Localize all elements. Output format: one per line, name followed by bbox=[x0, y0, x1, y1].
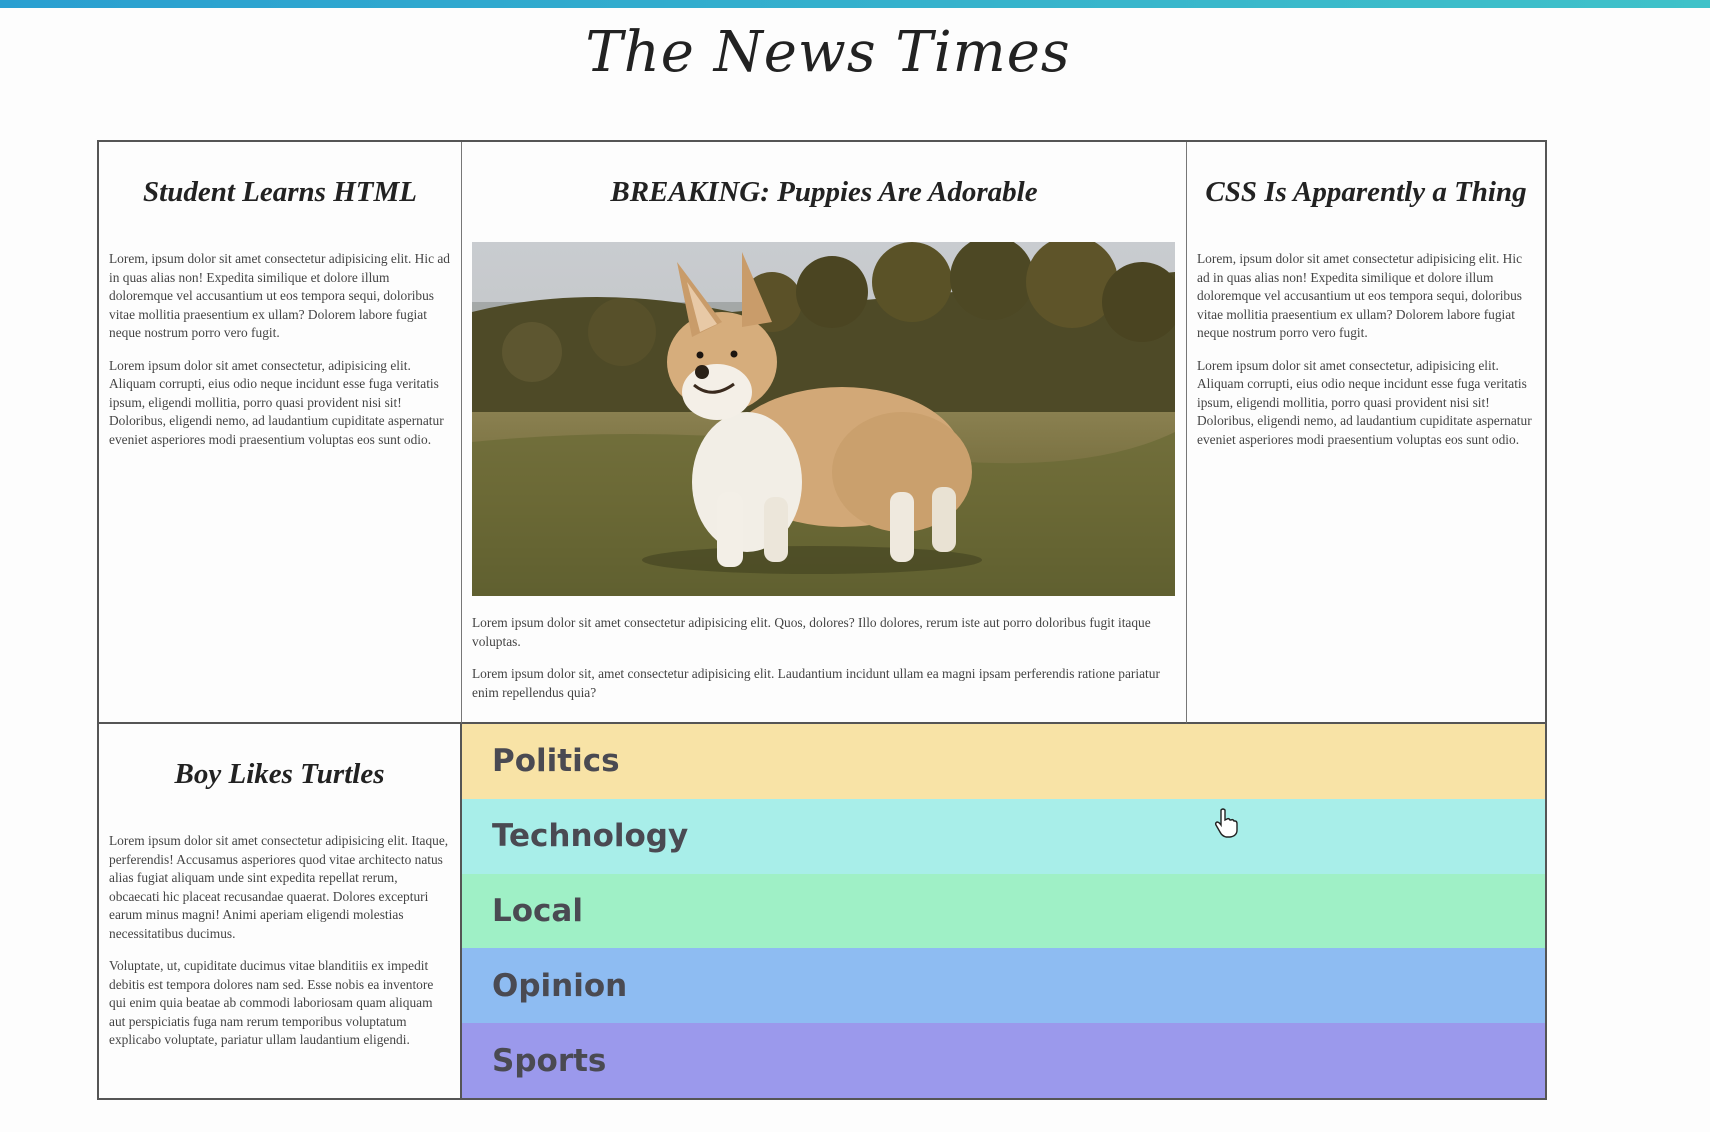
hand-pointer-cursor-icon bbox=[1214, 808, 1238, 838]
article-puppies-adorable: BREAKING: Puppies Are Adorable Lorem ips… bbox=[462, 142, 1187, 724]
article-paragraph: Voluptate, ut, cupiditate ducimus vitae … bbox=[109, 958, 434, 1047]
article-paragraph: Lorem ipsum dolor sit, amet consectetur … bbox=[472, 666, 1160, 700]
article-body: Lorem ipsum dolor sit amet consectetur a… bbox=[109, 832, 450, 1050]
section-nav: Politics Technology Local Opinion Sports bbox=[462, 724, 1545, 1098]
section-label: Sports bbox=[492, 1042, 607, 1079]
article-headline: Student Learns HTML bbox=[143, 176, 417, 208]
section-list: Politics Technology Local Opinion Sports bbox=[462, 724, 1545, 1098]
article-paragraph: Lorem, ipsum dolor sit amet consectetur … bbox=[109, 251, 451, 340]
section-opinion[interactable]: Opinion bbox=[462, 948, 1545, 1024]
section-label: Opinion bbox=[492, 967, 628, 1004]
section-local[interactable]: Local bbox=[462, 873, 1545, 949]
section-label: Politics bbox=[492, 743, 620, 780]
section-politics[interactable]: Politics bbox=[462, 724, 1545, 799]
article-paragraph: Lorem ipsum dolor sit amet consectetur a… bbox=[109, 833, 449, 941]
article-body: Lorem, ipsum dolor sit amet consectetur … bbox=[109, 250, 451, 449]
masthead-title: The News Times bbox=[585, 20, 1071, 85]
article-headline: CSS Is Apparently a Thing bbox=[1205, 176, 1527, 208]
news-grid: Student Learns HTML Lorem, ipsum dolor s… bbox=[97, 140, 1547, 1100]
article-headline: BREAKING: Puppies Are Adorable bbox=[610, 176, 1038, 208]
corgi-photo-image bbox=[472, 242, 1175, 596]
article-headline: Boy Likes Turtles bbox=[174, 758, 385, 790]
article-paragraph: Lorem, ipsum dolor sit amet consectetur … bbox=[1197, 251, 1523, 340]
article-paragraph: Lorem ipsum dolor sit amet consectetur, … bbox=[1197, 357, 1532, 447]
article-student-learns-html: Student Learns HTML Lorem, ipsum dolor s… bbox=[99, 142, 462, 724]
top-accent-bar bbox=[0, 0, 1710, 8]
article-css-thing: CSS Is Apparently a Thing Lorem, ipsum d… bbox=[1187, 142, 1545, 724]
section-technology[interactable]: Technology bbox=[462, 798, 1545, 874]
article-paragraph: Lorem ipsum dolor sit amet consectetur, … bbox=[109, 357, 444, 447]
section-label: Local bbox=[492, 892, 583, 929]
section-sports[interactable]: Sports bbox=[462, 1023, 1545, 1098]
article-boy-likes-turtles: Boy Likes Turtles Lorem ipsum dolor sit … bbox=[99, 724, 462, 1098]
corgi-photo bbox=[472, 242, 1175, 596]
section-label: Technology bbox=[492, 818, 689, 855]
article-paragraph: Lorem ipsum dolor sit amet consectetur a… bbox=[472, 615, 1151, 649]
article-body: Lorem, ipsum dolor sit amet consectetur … bbox=[1197, 250, 1535, 449]
article-body: Lorem ipsum dolor sit amet consectetur a… bbox=[472, 614, 1176, 716]
